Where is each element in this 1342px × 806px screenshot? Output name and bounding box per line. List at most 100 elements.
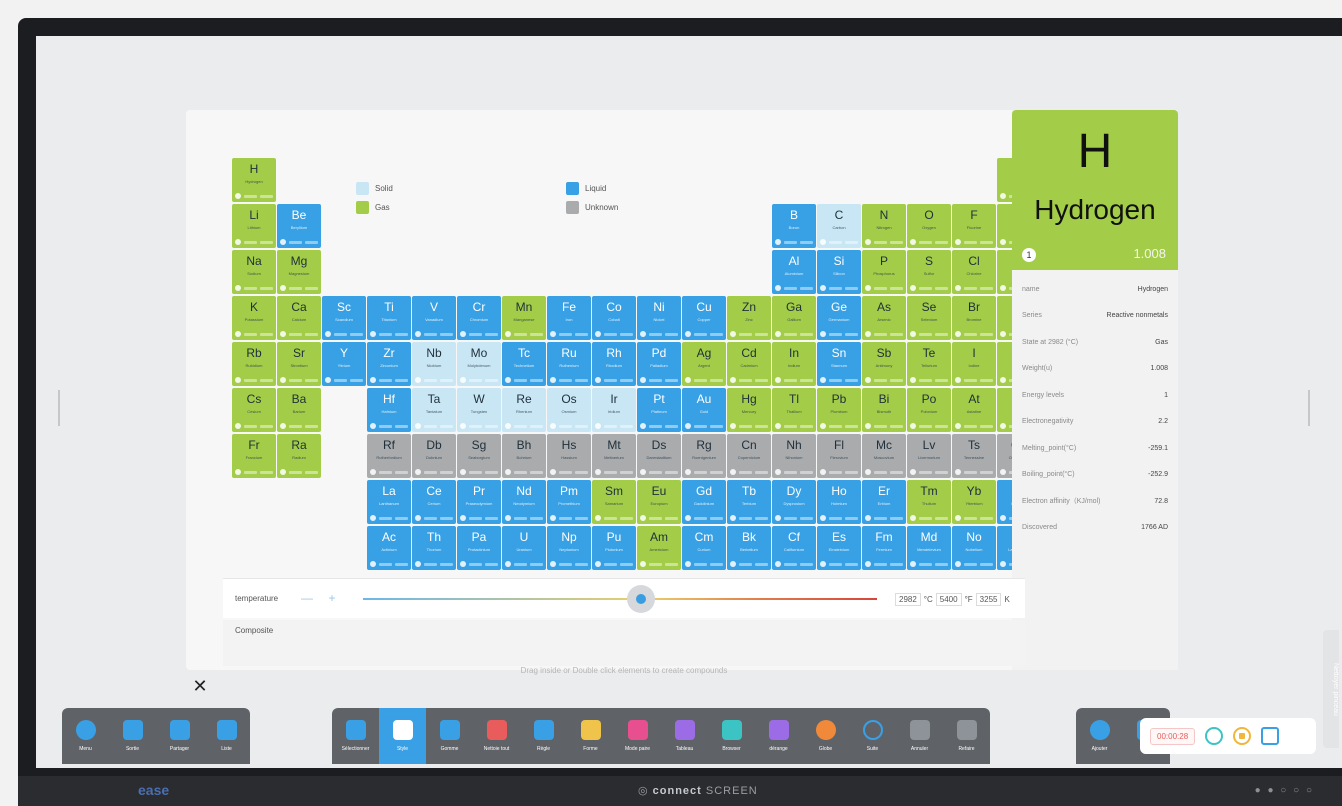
element-ts[interactable]: Ts Tennessine (952, 434, 996, 478)
toolbar-main-browser-button[interactable]: Browser (708, 708, 755, 764)
toolbar-main-eraser-button[interactable]: Gomme (426, 708, 473, 764)
toolbar-left-menu-button[interactable]: Menu (62, 708, 109, 764)
toolbar-main-arrange-button[interactable]: dérange (755, 708, 802, 764)
element-mn[interactable]: Mn Manganese (502, 296, 546, 340)
element-ho[interactable]: Ho Holmium (817, 480, 861, 524)
element-s[interactable]: S Sulfur (907, 250, 951, 294)
toolbar-main-redo-button[interactable]: Refaire (943, 708, 990, 764)
element-rh[interactable]: Rh Rhodium (592, 342, 636, 386)
temperature-increase-button[interactable]: + (324, 590, 340, 606)
right-edge-handle[interactable] (1308, 390, 1310, 426)
element-sg[interactable]: Sg Seaborgium (457, 434, 501, 478)
element-bi[interactable]: Bi Bismuth (862, 388, 906, 432)
element-pr[interactable]: Pr Praseodymium (457, 480, 501, 524)
element-ni[interactable]: Ni Nickel (637, 296, 681, 340)
element-cr[interactable]: Cr Chromium (457, 296, 501, 340)
element-b[interactable]: B Boron (772, 204, 816, 248)
element-fe[interactable]: Fe Iron (547, 296, 591, 340)
element-v[interactable]: V Vanadium (412, 296, 456, 340)
element-gd[interactable]: Gd Gadolinium (682, 480, 726, 524)
toolbar-main-globe-button[interactable]: Globe (802, 708, 849, 764)
fullscreen-icon[interactable] (1261, 727, 1280, 745)
side-tab[interactable]: Nettoyer pinceau (1323, 630, 1339, 748)
element-pd[interactable]: Pd Palladium (637, 342, 681, 386)
element-ti[interactable]: Ti Titanium (367, 296, 411, 340)
element-ag[interactable]: Ag Argent (682, 342, 726, 386)
element-ga[interactable]: Ga Gallium (772, 296, 816, 340)
stop-icon[interactable] (1233, 727, 1252, 745)
fahrenheit-input[interactable]: 5400 (935, 592, 962, 606)
element-f[interactable]: F Fluorine (952, 204, 996, 248)
element-md[interactable]: Md Mendelevium (907, 526, 951, 570)
element-sn[interactable]: Sn Stannum (817, 342, 861, 386)
element-yb[interactable]: Yb Ytterbium (952, 480, 996, 524)
element-p[interactable]: P Phosphorus (862, 250, 906, 294)
element-np[interactable]: Np Neptunium (547, 526, 591, 570)
toolbar-main-clear-all-button[interactable]: Nettoie tout (473, 708, 520, 764)
element-fl[interactable]: Fl Flerovium (817, 434, 861, 478)
element-mc[interactable]: Mc Moscovium (862, 434, 906, 478)
element-fm[interactable]: Fm Fermium (862, 526, 906, 570)
element-o[interactable]: O Oxygen (907, 204, 951, 248)
element-sr[interactable]: Sr Strontium (277, 342, 321, 386)
element-u[interactable]: U Uranium (502, 526, 546, 570)
kelvin-input[interactable]: 3255 (975, 592, 1002, 606)
element-tb[interactable]: Tb Terbium (727, 480, 771, 524)
element-bh[interactable]: Bh Bohrium (502, 434, 546, 478)
element-re[interactable]: Re Rhenium (502, 388, 546, 432)
element-mt[interactable]: Mt Meitnerium (592, 434, 636, 478)
toolbar-right-add-button[interactable]: Ajouter (1076, 708, 1123, 764)
toolbar-left-exit-button[interactable]: Sortie (109, 708, 156, 764)
element-tm[interactable]: Tm Thulium (907, 480, 951, 524)
element-mg[interactable]: Mg Magnesium (277, 250, 321, 294)
element-no[interactable]: No Nobelium (952, 526, 996, 570)
element-nd[interactable]: Nd Neodymium (502, 480, 546, 524)
element-c[interactable]: C Carbon (817, 204, 861, 248)
element-in[interactable]: In Indium (772, 342, 816, 386)
element-si[interactable]: Si Silicon (817, 250, 861, 294)
celsius-input[interactable]: 2982 (895, 592, 921, 606)
element-er[interactable]: Er Erbium (862, 480, 906, 524)
element-fr[interactable]: Fr Francium (232, 434, 276, 478)
element-po[interactable]: Po Polonium (907, 388, 951, 432)
element-zn[interactable]: Zn Zinc (727, 296, 771, 340)
element-lv[interactable]: Lv Livermorium (907, 434, 951, 478)
toolbar-main-table-button[interactable]: Tableau (661, 708, 708, 764)
element-hf[interactable]: Hf Hafnium (367, 388, 411, 432)
element-zr[interactable]: Zr Zirconium (367, 342, 411, 386)
element-la[interactable]: La Lanthanum (367, 480, 411, 524)
temperature-slider-knob[interactable] (626, 585, 655, 613)
element-ir[interactable]: Ir Iridium (592, 388, 636, 432)
element-hs[interactable]: Hs Hassium (547, 434, 591, 478)
toolbar-main-undo-button[interactable]: Annuler (896, 708, 943, 764)
element-ru[interactable]: Ru Ruthenium (547, 342, 591, 386)
toolbar-main-ruler-button[interactable]: Règle (520, 708, 567, 764)
element-ra[interactable]: Ra Radium (277, 434, 321, 478)
element-at[interactable]: At Astatine (952, 388, 996, 432)
element-rf[interactable]: Rf Rutherfordium (367, 434, 411, 478)
element-db[interactable]: Db Dubnium (412, 434, 456, 478)
element-ac[interactable]: Ac Actinium (367, 526, 411, 570)
toolbar-main-pen-button[interactable]: Style (379, 708, 426, 764)
element-i[interactable]: I Iodine (952, 342, 996, 386)
toolbar-left-share-button[interactable]: Partager (156, 708, 203, 764)
temperature-slider-track[interactable] (363, 598, 877, 600)
element-au[interactable]: Au Gold (682, 388, 726, 432)
element-cu[interactable]: Cu Copper (682, 296, 726, 340)
element-y[interactable]: Y Yttrium (322, 342, 366, 386)
element-h[interactable]: H Hydrogen (232, 158, 276, 202)
element-ca[interactable]: Ca Calcium (277, 296, 321, 340)
toolbar-main-select-button[interactable]: Sélectionner (332, 708, 379, 764)
element-sc[interactable]: Sc Scandium (322, 296, 366, 340)
element-se[interactable]: Se Selenium (907, 296, 951, 340)
element-ce[interactable]: Ce Cerium (412, 480, 456, 524)
close-icon[interactable]: ✕ (190, 676, 210, 696)
element-ds[interactable]: Ds Darmstadtium (637, 434, 681, 478)
element-pm[interactable]: Pm Promethium (547, 480, 591, 524)
temperature-decrease-button[interactable]: — (299, 590, 315, 606)
toolbar-main-pair-mode-button[interactable]: Mode paire (614, 708, 661, 764)
element-co[interactable]: Co Cobalt (592, 296, 636, 340)
element-cm[interactable]: Cm Curium (682, 526, 726, 570)
element-n[interactable]: N Nitrogen (862, 204, 906, 248)
element-sm[interactable]: Sm Samarium (592, 480, 636, 524)
